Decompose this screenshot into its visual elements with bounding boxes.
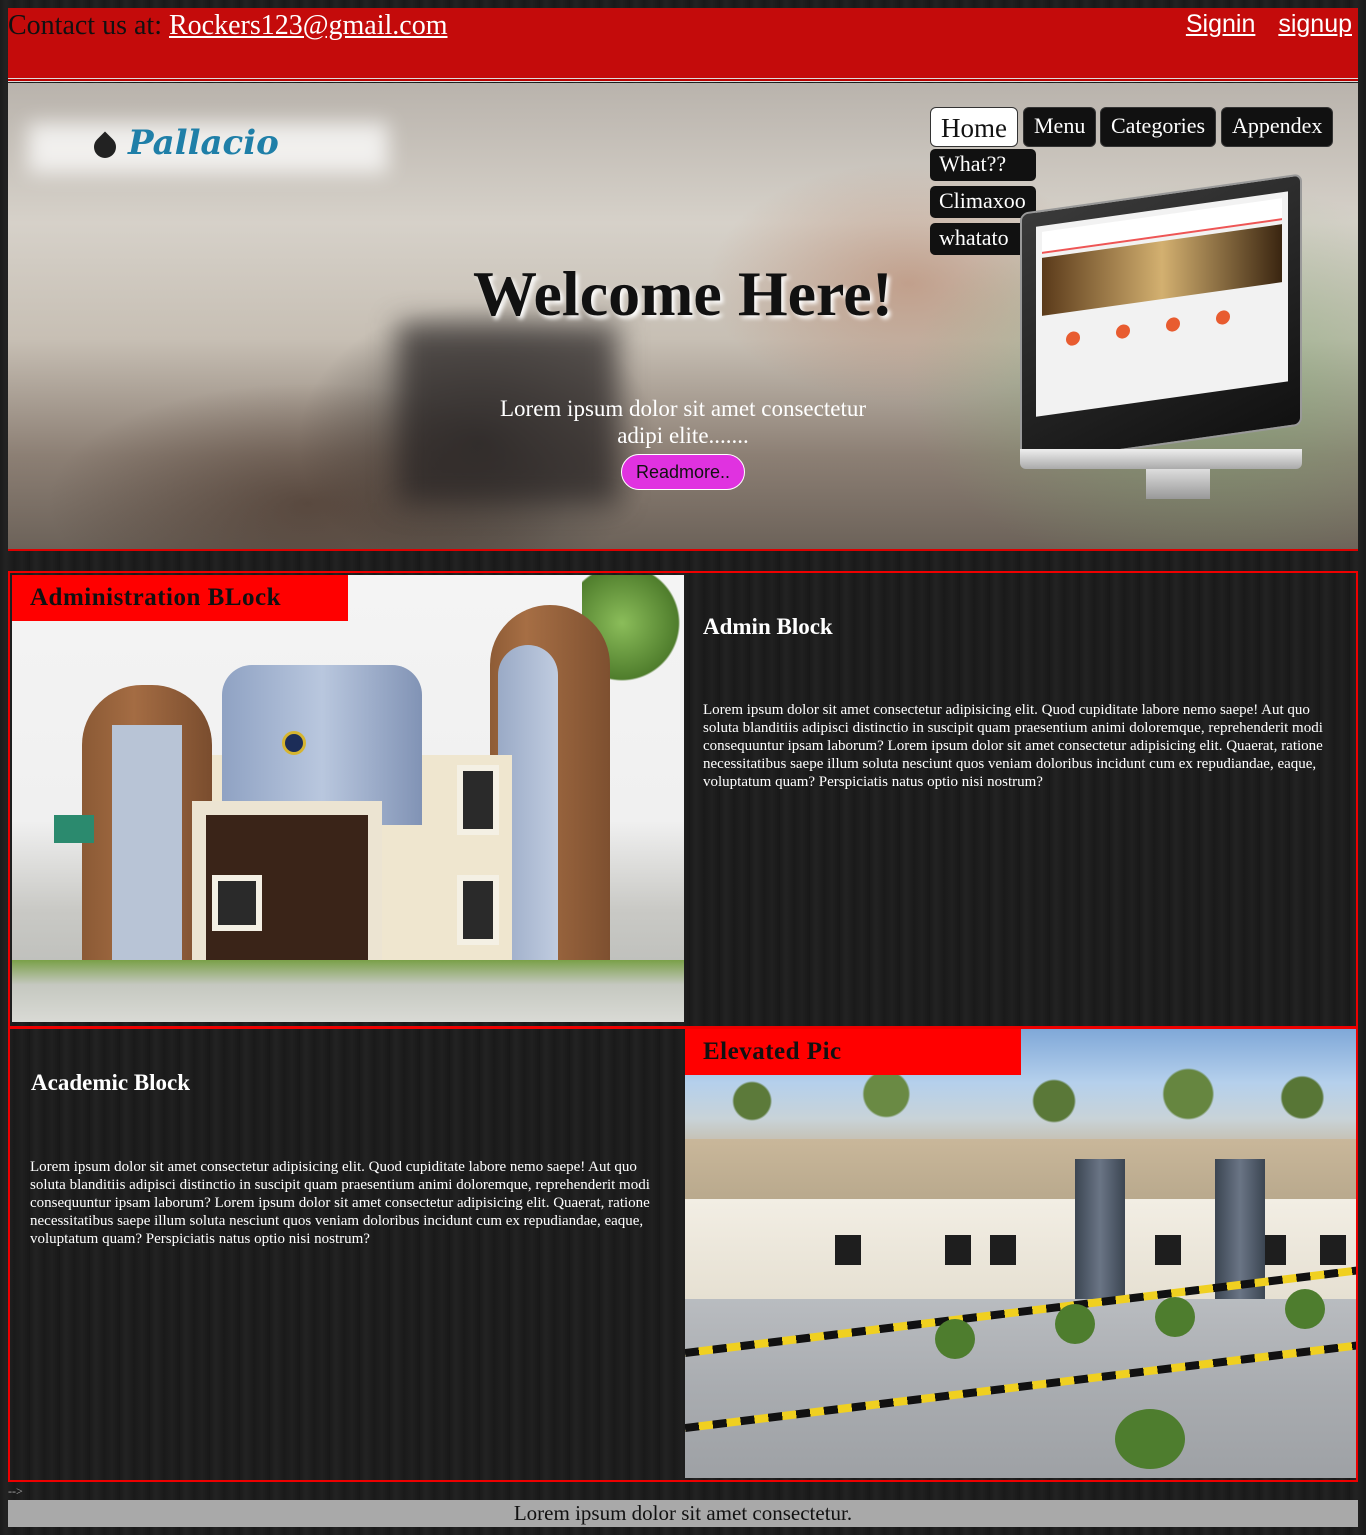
drop-icon [92, 126, 118, 160]
site-logo[interactable]: Pallacio [92, 123, 279, 163]
content-section: Administration BLock Admin Block Lorem i… [8, 571, 1358, 1482]
hero-tagline: Lorem ipsum dolor sit amet consectetur a… [500, 396, 866, 448]
hero-banner: Pallacio Home Menu Categories Appendex W… [8, 83, 1358, 551]
monitor-stand [1146, 469, 1210, 499]
nav-categories[interactable]: Categories [1100, 107, 1217, 147]
contact-email-link[interactable]: Rockers123@gmail.com [169, 10, 448, 41]
admin-block-title: Admin Block [703, 614, 833, 639]
top-bar: Contact us at: Rockers123@gmail.com Sign… [8, 8, 1358, 78]
monitor-chin [1020, 449, 1302, 469]
academic-block-text: Lorem ipsum dolor sit amet consectetur a… [30, 1159, 650, 1247]
logo-text: Pallacio [128, 123, 279, 163]
elevated-pic-label: Elevated Pic [685, 1029, 1021, 1075]
administration-block-photo [12, 575, 684, 1022]
hero-title: Welcome Here! [473, 258, 893, 329]
contact-prefix: Contact us at: [8, 10, 169, 41]
signup-link[interactable]: signup [1278, 10, 1352, 38]
nav-home[interactable]: Home [930, 107, 1018, 147]
administration-block-label: Administration BLock [12, 575, 348, 621]
auth-links: Signin signup [1170, 10, 1352, 39]
elevated-block-photo [685, 1029, 1356, 1478]
nav-menu[interactable]: Menu [1023, 107, 1097, 147]
footer: Lorem ipsum dolor sit amet consectetur. [8, 1500, 1358, 1527]
stray-comment-text: --> [8, 1484, 23, 1498]
dropdown-item-what[interactable]: What?? [930, 149, 1036, 181]
header-divider [8, 78, 1358, 82]
academic-block-title: Academic Block [31, 1070, 191, 1095]
admin-block-text: Lorem ipsum dolor sit amet consectetur a… [703, 702, 1323, 790]
readmore-button[interactable]: Readmore.. [621, 454, 745, 490]
nav-appendex[interactable]: Appendex [1221, 107, 1334, 147]
signin-link[interactable]: Signin [1186, 10, 1256, 38]
contact-info: Contact us at: Rockers123@gmail.com [8, 10, 448, 42]
